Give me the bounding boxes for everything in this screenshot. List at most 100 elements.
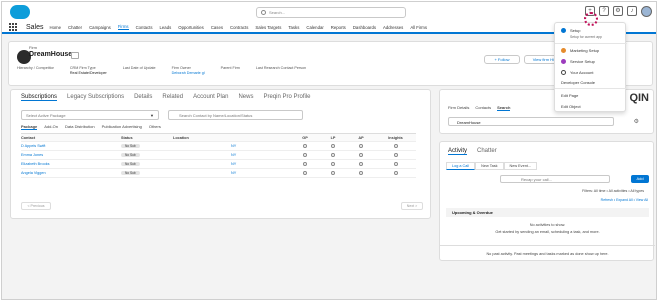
add-button[interactable]: Add (631, 175, 649, 183)
nav-item-leads[interactable]: Leads (160, 25, 172, 30)
preqin-tabs: Firm Details Contacts Search (448, 105, 511, 111)
nav-item-tasks[interactable]: Tasks (288, 25, 299, 30)
nav-item-all-firms[interactable]: All Firms (410, 25, 427, 30)
subtab-package[interactable]: Package (21, 124, 38, 130)
previous-button[interactable]: < Previous (21, 202, 51, 210)
tab-chatter[interactable]: Chatter (477, 148, 497, 155)
activity-filters[interactable]: Filters: All time • All activities • All… (582, 189, 644, 193)
table-row: D Appels Swift No Sub NY (21, 142, 416, 151)
record-highlight-fields: Hierarchy / Competitor CRM Firm Type Real… (17, 66, 306, 75)
nav-item-chatter[interactable]: Chatter (68, 25, 82, 30)
activity-links[interactable]: Refresh • Expand All • View All (601, 198, 648, 202)
menu-item-edit-object[interactable]: Edit Object (561, 104, 581, 109)
ap-indicator-icon (359, 161, 363, 166)
tab-search[interactable]: Search (497, 105, 511, 111)
tab-preqin-pro-profile[interactable]: Preqin Pro Profile (263, 94, 310, 101)
nav-item-home[interactable]: Home (50, 25, 61, 30)
follow-button[interactable]: + Follow (484, 55, 520, 64)
nav-item-firms[interactable]: Firms (117, 24, 129, 30)
gp-indicator-icon (303, 143, 307, 148)
nav-item-dashboards[interactable]: Dashboards (353, 25, 376, 30)
avatar[interactable] (641, 6, 652, 17)
menu-item-setup[interactable]: Setup (561, 28, 580, 34)
tab-contacts[interactable]: Contacts (475, 105, 491, 111)
menu-item-marketing-setup[interactable]: Marketing Setup (561, 48, 599, 54)
upcoming-overdue-section[interactable]: Upcoming & Overdue (446, 208, 649, 217)
gear-icon[interactable]: ⚙ (634, 118, 639, 125)
location-value: NY (231, 171, 237, 175)
new-task-button[interactable]: New Task (475, 162, 504, 170)
tab-related[interactable]: Related (162, 94, 183, 101)
setup-dropdown-menu: Setup Setup for current app Marketing Se… (554, 22, 627, 112)
nav-item-cases[interactable]: Cases (211, 25, 223, 30)
menu-item-service-setup[interactable]: Service Setup (561, 59, 595, 65)
tab-account-plan[interactable]: Account Plan (193, 94, 228, 101)
nav-item-contracts[interactable]: Contracts (230, 25, 248, 30)
log-call-button[interactable]: Log a Call (446, 162, 476, 170)
help-icon[interactable]: ? (599, 6, 609, 16)
menu-item-edit-page[interactable]: Edit Page (561, 93, 578, 98)
tab-details[interactable]: Details (134, 94, 152, 101)
preqin-logo: QIN (629, 92, 649, 104)
insights-indicator-icon (393, 143, 398, 148)
tab-subscriptions[interactable]: Subscriptions (21, 94, 58, 101)
contact-search-input[interactable]: Search Contact by Name/Location/Status (168, 110, 303, 120)
subtab-data-distribution[interactable]: Data Distribution (65, 124, 95, 130)
setup-gear-icon[interactable]: ⚙ (613, 6, 623, 16)
nav-item-reports[interactable]: Reports (331, 25, 346, 30)
table-row: Angela Viggen No Sub NY (21, 169, 416, 178)
setup-icon (561, 28, 566, 34)
nav-item-calendar[interactable]: Calendar (306, 25, 323, 30)
menu-item-your-account[interactable]: Your Account (561, 70, 593, 76)
nav-item-opportunities[interactable]: Opportunities (178, 25, 204, 30)
app-name: Sales (26, 23, 44, 31)
salesforce-logo-icon[interactable] (10, 5, 30, 19)
new-event-button[interactable]: New Event... (503, 162, 538, 170)
menu-item-setup-sub: Setup for current app (570, 35, 602, 39)
marketing-setup-icon (561, 48, 566, 54)
tab-activity[interactable]: Activity (448, 148, 468, 155)
record-name: DreamHouse (29, 51, 73, 58)
preqin-search-input[interactable]: DreamHouse (448, 117, 614, 126)
gp-indicator-icon (303, 161, 307, 166)
nav-item-sales-targets[interactable]: Sales Targets (255, 25, 281, 30)
past-activity-message: No past activity. Past meetings and task… (440, 245, 655, 256)
app-launcher-icon[interactable] (9, 22, 20, 32)
status-badge: No Sub (121, 162, 140, 166)
tab-firm-details[interactable]: Firm Details (448, 105, 469, 111)
gp-indicator-icon (303, 170, 307, 175)
package-select[interactable]: Select Active Package ▼ (21, 110, 159, 120)
subtab-add-on[interactable]: Add-On (44, 124, 58, 130)
bell-icon[interactable]: ♪ (627, 6, 637, 16)
next-button[interactable]: Next > (401, 202, 423, 210)
hierarchy-icon[interactable] (71, 52, 79, 59)
field-firm-owner[interactable]: Firm Owner Deborah Demarle gl (172, 66, 205, 75)
global-search-input[interactable]: Search... (256, 7, 406, 18)
nav-item-addresses[interactable]: Addresses (383, 25, 403, 30)
record-type: Firm (29, 45, 37, 50)
contact-link[interactable]: Emma Jones (21, 153, 121, 157)
location-value: NY (231, 153, 237, 157)
salesforce-window: Search... + ? ⚙ ♪ Sales Home Chatter Cam… (1, 1, 657, 300)
field-last-research-contact: Last Research Contact Person (255, 66, 307, 70)
setup-focus-ring-icon (584, 12, 598, 26)
activity-panel: Activity Chatter Log a Call New Task New… (439, 141, 655, 261)
contact-link[interactable]: Angela Viggen (21, 171, 121, 175)
tab-legacy-subscriptions[interactable]: Legacy Subscriptions (67, 94, 124, 101)
nav-item-campaigns[interactable]: Campaigns (89, 25, 111, 30)
call-recap-input[interactable]: Recap your call... (500, 175, 610, 183)
subtab-publication-advertising[interactable]: Publication Advertising (102, 124, 142, 130)
table-header: Contact Status Location GP LP AP Insight… (21, 133, 416, 142)
menu-item-developer-console[interactable]: Developer Console (561, 80, 595, 85)
lp-indicator-icon (331, 170, 335, 175)
status-badge: No Sub (121, 171, 140, 175)
tab-news[interactable]: News (238, 94, 253, 101)
contact-link[interactable]: Elizabeth Brooks (21, 162, 121, 166)
nav-item-contacts[interactable]: Contacts (136, 25, 153, 30)
subtab-others[interactable]: Others (149, 124, 161, 130)
service-setup-icon (561, 59, 566, 65)
location-value: NY (231, 144, 237, 148)
field-crm-firm-type: CRM Firm Type Real Estate/Developer (69, 66, 107, 75)
contact-link[interactable]: D Appels Swift (21, 144, 121, 148)
insights-indicator-icon (393, 152, 398, 157)
